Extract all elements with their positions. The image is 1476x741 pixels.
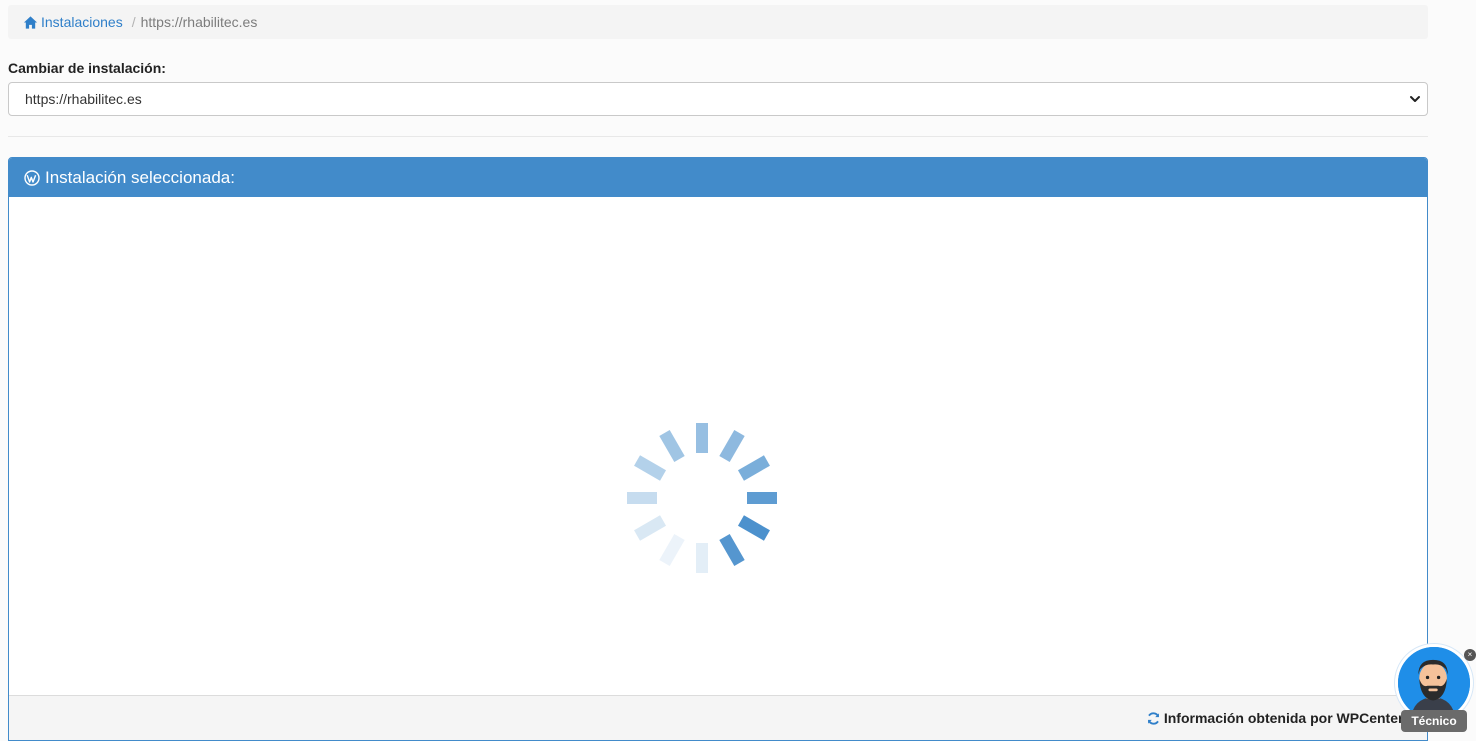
spinner-bar: [627, 492, 657, 504]
change-installation-label: Cambiar de instalación:: [8, 60, 166, 76]
spinner-bar: [737, 455, 770, 481]
chat-close-button[interactable]: ×: [1464, 649, 1476, 661]
footer-info-text: Información obtenida por WPCenter el: [1163, 710, 1419, 726]
technician-avatar-icon: [1398, 647, 1470, 719]
chat-widget[interactable]: × Técnico: [1395, 644, 1476, 734]
home-icon: [23, 15, 38, 29]
panel-footer: Información obtenida por WPCenter el: [9, 695, 1427, 740]
breadcrumb-home-link[interactable]: Instalaciones: [23, 14, 123, 30]
selected-installation-panel: Instalación seleccionada: Información ob…: [8, 157, 1428, 741]
refresh-icon[interactable]: [1146, 711, 1161, 726]
spinner-bar: [696, 423, 708, 453]
breadcrumb-separator: /: [131, 14, 136, 30]
panel-heading: Instalación seleccionada:: [9, 158, 1427, 197]
panel-title: Instalación seleccionada:: [45, 167, 235, 187]
spinner-bar: [719, 430, 745, 463]
spinner-bar: [719, 533, 745, 566]
spinner-bar: [747, 492, 777, 504]
spinner-bar: [659, 533, 685, 566]
breadcrumb: Instalaciones / https://rhabilitec.es: [8, 5, 1428, 39]
spinner-bar: [634, 455, 667, 481]
panel-body: [9, 197, 1427, 697]
chat-label: Técnico: [1401, 710, 1467, 732]
spinner-bar: [737, 515, 770, 541]
spinner-icon: [627, 423, 777, 573]
divider: [8, 136, 1428, 137]
spinner-bar: [659, 430, 685, 463]
spinner-bar: [696, 543, 708, 573]
installation-select-value: https://rhabilitec.es: [25, 91, 142, 107]
installation-select[interactable]: https://rhabilitec.es: [8, 82, 1428, 116]
spinner-bar: [634, 515, 667, 541]
breadcrumb-current: https://rhabilitec.es: [140, 14, 258, 30]
wordpress-icon: [24, 169, 40, 186]
breadcrumb-home-label: Instalaciones: [41, 14, 123, 30]
chevron-down-icon: [1410, 96, 1420, 102]
